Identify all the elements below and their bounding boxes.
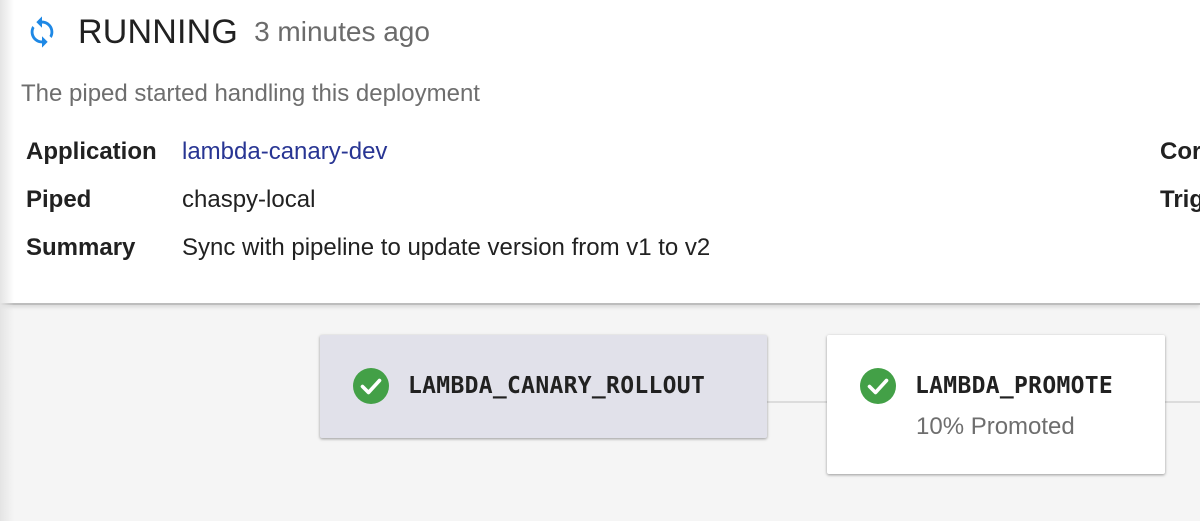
stage-description: 10% Promoted bbox=[916, 413, 1075, 440]
commit-label: Cor bbox=[1160, 138, 1200, 165]
stage-card-canary-rollout[interactable]: LAMBDA_CANARY_ROLLOUT bbox=[320, 335, 767, 438]
info-row-piped: Piped chaspy-local bbox=[26, 184, 315, 216]
stage-card-promote[interactable]: LAMBDA_PROMOTE 10% Promoted bbox=[827, 335, 1165, 474]
summary-label: Summary bbox=[26, 234, 136, 261]
check-circle-icon bbox=[859, 367, 897, 405]
stage-name: LAMBDA_CANARY_ROLLOUT bbox=[408, 373, 706, 399]
summary-value: Sync with pipeline to update version fro… bbox=[182, 234, 711, 261]
status-description: The piped started handling this deployme… bbox=[21, 80, 480, 107]
sync-icon bbox=[24, 14, 60, 50]
info-row-application: Application lambda-canary-dev bbox=[26, 136, 387, 168]
left-shadow bbox=[0, 0, 14, 521]
check-circle-icon bbox=[352, 367, 390, 405]
pipeline-area: LAMBDA_CANARY_ROLLOUT LAMBDA_PROMOTE 10%… bbox=[0, 305, 1200, 521]
deployment-header: RUNNING 3 minutes ago The piped started … bbox=[0, 0, 1200, 305]
status-time: 3 minutes ago bbox=[254, 16, 430, 47]
stage-header: LAMBDA_PROMOTE bbox=[859, 367, 1113, 405]
piped-label: Piped bbox=[26, 186, 92, 213]
stage-connector bbox=[767, 401, 827, 403]
trigger-label: Trig bbox=[1160, 186, 1200, 213]
deployment-detail-page: RUNNING 3 minutes ago The piped started … bbox=[0, 0, 1200, 521]
piped-value: chaspy-local bbox=[182, 186, 316, 213]
info-row-summary: Summary Sync with pipeline to update ver… bbox=[26, 232, 710, 264]
stage-connector-next bbox=[1165, 401, 1200, 403]
stage-header: LAMBDA_CANARY_ROLLOUT bbox=[352, 367, 705, 405]
stage-name: LAMBDA_PROMOTE bbox=[915, 373, 1114, 399]
status-label: RUNNING bbox=[78, 12, 239, 51]
application-link[interactable]: lambda-canary-dev bbox=[182, 138, 387, 166]
status-row: RUNNING 3 minutes ago bbox=[24, 10, 430, 54]
application-label: Application bbox=[26, 138, 157, 165]
